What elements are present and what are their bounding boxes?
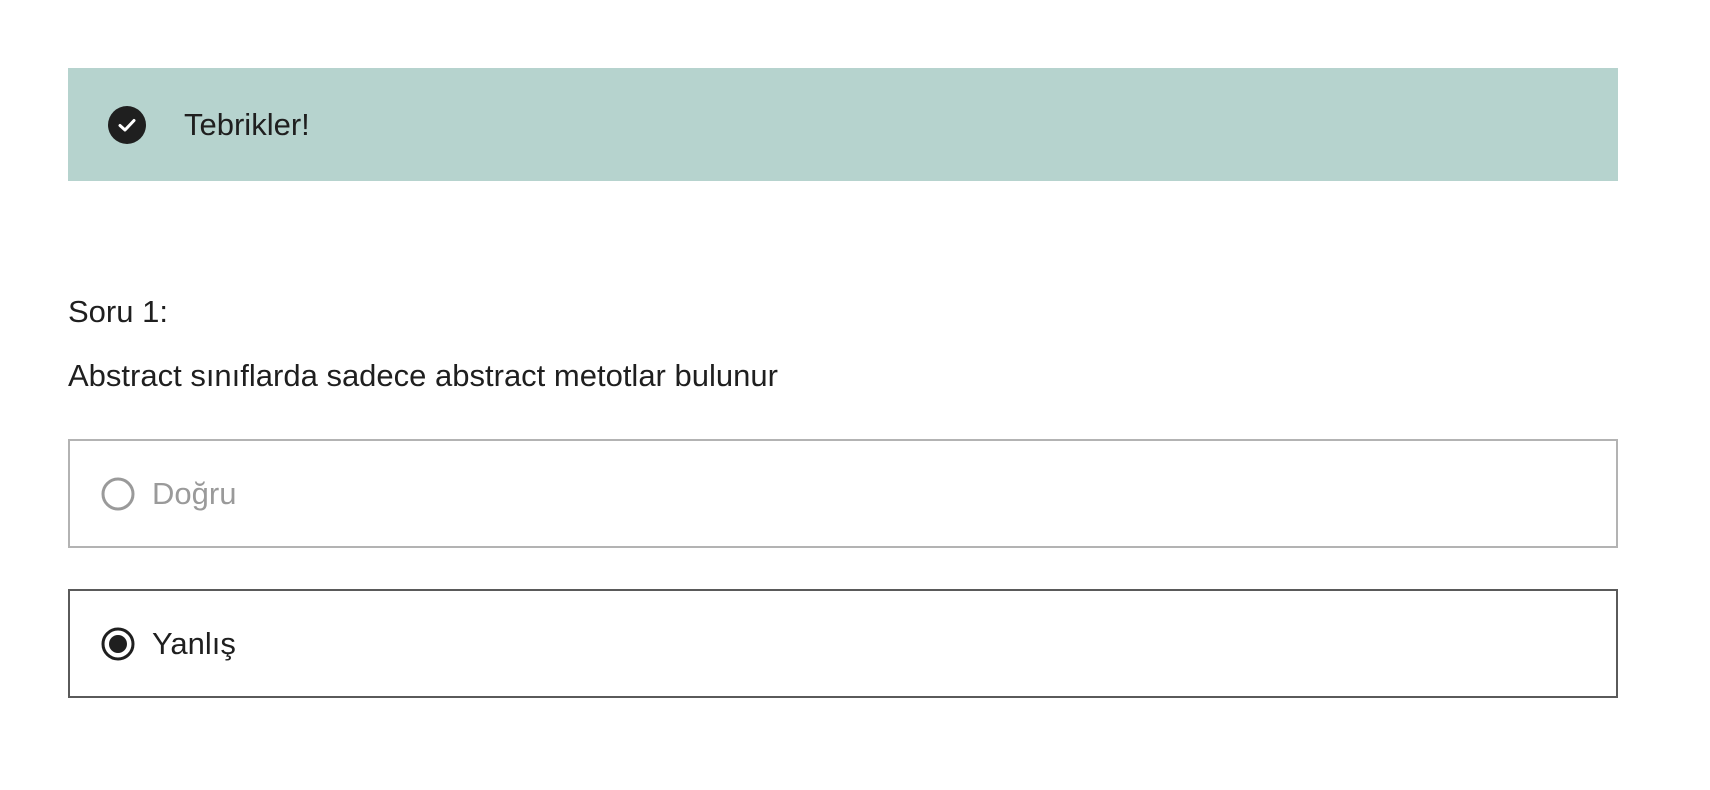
answer-option-label: Doğru — [152, 476, 237, 511]
answer-option-yanlis[interactable]: Yanlış — [68, 589, 1618, 698]
question-number: Soru 1: — [68, 294, 168, 329]
answer-option-dogru[interactable]: Doğru — [68, 439, 1618, 548]
radio-unchecked-icon[interactable] — [101, 477, 135, 511]
check-circle-icon — [108, 106, 146, 144]
banner-message: Tebrikler! — [184, 107, 310, 142]
question-text: Abstract sınıflarda sadece abstract meto… — [68, 358, 778, 393]
success-banner: Tebrikler! — [68, 68, 1618, 181]
answer-option-label: Yanlış — [152, 626, 236, 661]
radio-checked-icon[interactable] — [101, 627, 135, 661]
